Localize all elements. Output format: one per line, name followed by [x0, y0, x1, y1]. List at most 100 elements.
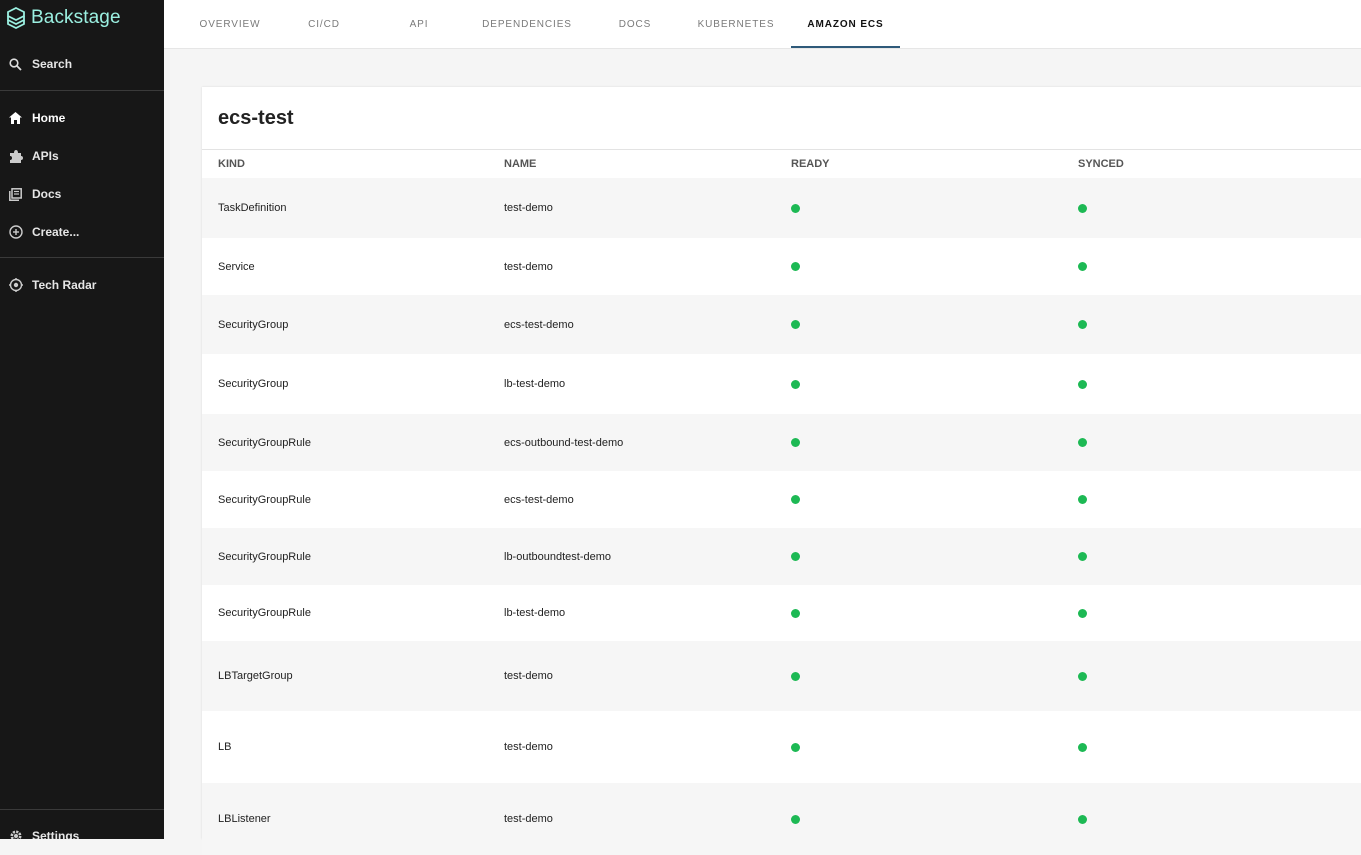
synced-status-dot-icon	[1078, 814, 1087, 824]
active-tab-indicator	[791, 46, 900, 48]
tab-ci-cd[interactable]: CI/CD	[294, 0, 354, 48]
table-row: SecurityGroupRule ecs-test-demo	[202, 471, 1361, 528]
puzzle-icon	[8, 149, 23, 164]
ready-status-dot-icon	[791, 438, 800, 447]
brand-logo[interactable]: Backstage	[6, 5, 121, 31]
sidebar-divider	[0, 809, 164, 810]
cell-name: lb-test-demo	[504, 378, 566, 390]
table-row: SecurityGroup ecs-test-demo	[202, 295, 1361, 354]
gear-icon	[8, 829, 23, 839]
ready-status-dot-icon	[791, 203, 800, 213]
cell-synced	[1078, 585, 1087, 641]
sidebar-item-label: Tech Radar	[32, 278, 97, 292]
cell-name: test-demo	[504, 741, 553, 753]
sidebar-item-settings[interactable]: Settings	[0, 822, 164, 839]
column-header-ready[interactable]: READY	[791, 150, 830, 178]
sidebar-item-docs[interactable]: Docs	[0, 180, 164, 208]
cell-kind: SecurityGroupRule	[218, 493, 311, 506]
cell-kind: SecurityGroupRule	[218, 607, 311, 619]
tab-overview[interactable]: OVERVIEW	[192, 0, 268, 48]
sidebar-item-label: Home	[32, 111, 66, 125]
ecs-resources-card: ecs-test KIND NAME READY SYNCED TaskDefi…	[202, 87, 1361, 855]
table-row: LB test-demo	[202, 711, 1361, 783]
sidebar-item-label: Create...	[32, 225, 80, 239]
synced-status-dot-icon	[1078, 438, 1087, 447]
column-header-name[interactable]: NAME	[504, 150, 536, 178]
column-header-synced[interactable]: SYNCED	[1078, 150, 1124, 178]
tab-api[interactable]: API	[394, 0, 444, 48]
table-row: LBListener test-demo	[202, 783, 1361, 855]
synced-status-dot-icon	[1078, 671, 1087, 681]
cell-synced	[1078, 178, 1087, 238]
cell-kind: TaskDefinition	[218, 202, 287, 214]
sidebar-item-create[interactable]: Create...	[0, 218, 164, 246]
cell-kind: LBListener	[218, 813, 271, 825]
sidebar-search[interactable]: Search	[0, 50, 164, 78]
ready-status-dot-icon	[791, 379, 800, 389]
tab-amazon-ecs[interactable]: AMAZON ECS	[791, 0, 900, 48]
synced-status-dot-icon	[1078, 379, 1087, 389]
card-title: ecs-test	[218, 107, 294, 129]
cell-ready	[791, 585, 800, 641]
cell-kind: SecurityGroupRule	[218, 436, 311, 449]
cell-ready	[791, 528, 800, 585]
cell-ready	[791, 178, 800, 238]
sidebar-item-apis[interactable]: APIs	[0, 142, 164, 170]
ready-status-dot-icon	[791, 320, 800, 329]
cell-synced	[1078, 354, 1087, 414]
synced-status-dot-icon	[1078, 608, 1087, 618]
synced-status-dot-icon	[1078, 203, 1087, 213]
cell-synced	[1078, 414, 1087, 471]
cell-ready	[791, 295, 800, 354]
brand-name: Backstage	[31, 7, 121, 28]
sidebar-search-label: Search	[32, 57, 73, 71]
cell-name: lb-outboundtest-demo	[504, 550, 612, 563]
table-row: SecurityGroup lb-test-demo	[202, 354, 1361, 414]
cell-synced	[1078, 295, 1087, 354]
cell-ready	[791, 238, 800, 295]
cell-name: test-demo	[504, 260, 553, 273]
sidebar-divider	[0, 90, 164, 91]
cell-ready	[791, 471, 800, 528]
cell-synced	[1078, 528, 1087, 585]
radar-icon	[8, 278, 23, 293]
cell-kind: LB	[218, 741, 232, 753]
ready-status-dot-icon	[791, 552, 800, 561]
tab-dependencies[interactable]: DEPENDENCIES	[476, 0, 578, 48]
ready-status-dot-icon	[791, 608, 800, 618]
cell-synced	[1078, 783, 1087, 855]
ready-status-dot-icon	[791, 742, 800, 752]
synced-status-dot-icon	[1078, 262, 1087, 271]
cell-synced	[1078, 711, 1087, 783]
docs-icon	[8, 187, 23, 202]
cell-ready	[791, 414, 800, 471]
synced-status-dot-icon	[1078, 320, 1087, 329]
cell-ready	[791, 641, 800, 711]
sidebar-item-tech-radar[interactable]: Tech Radar	[0, 271, 164, 299]
sidebar-divider	[0, 257, 164, 258]
sidebar-item-home[interactable]: Home	[0, 104, 164, 132]
entity-tabs: OVERVIEW CI/CD API DEPENDENCIES DOCS KUB…	[164, 0, 1361, 49]
tab-docs[interactable]: DOCS	[610, 0, 660, 48]
table-row: SecurityGroupRule lb-test-demo	[202, 585, 1361, 641]
cell-name: test-demo	[504, 813, 553, 825]
cell-name: test-demo	[504, 202, 553, 214]
cell-kind: Service	[218, 260, 255, 273]
synced-status-dot-icon	[1078, 552, 1087, 561]
cell-kind: LBTargetGroup	[218, 670, 293, 682]
table-row: SecurityGroupRule ecs-outbound-test-demo	[202, 414, 1361, 471]
cell-kind: SecurityGroup	[218, 378, 289, 390]
sidebar-item-label: APIs	[32, 149, 59, 163]
cell-name: ecs-test-demo	[504, 493, 574, 506]
synced-status-dot-icon	[1078, 495, 1087, 504]
column-header-kind[interactable]: KIND	[218, 150, 245, 178]
sidebar-item-label: Docs	[32, 187, 62, 201]
ready-status-dot-icon	[791, 671, 800, 681]
cell-name: ecs-outbound-test-demo	[504, 436, 624, 449]
tab-kubernetes[interactable]: KUBERNETES	[691, 0, 781, 48]
table-row: SecurityGroupRule lb-outboundtest-demo	[202, 528, 1361, 585]
backstage-logo-icon	[7, 7, 25, 29]
cell-synced	[1078, 471, 1087, 528]
cell-kind: SecurityGroupRule	[218, 550, 311, 563]
table-row: Service test-demo	[202, 238, 1361, 295]
